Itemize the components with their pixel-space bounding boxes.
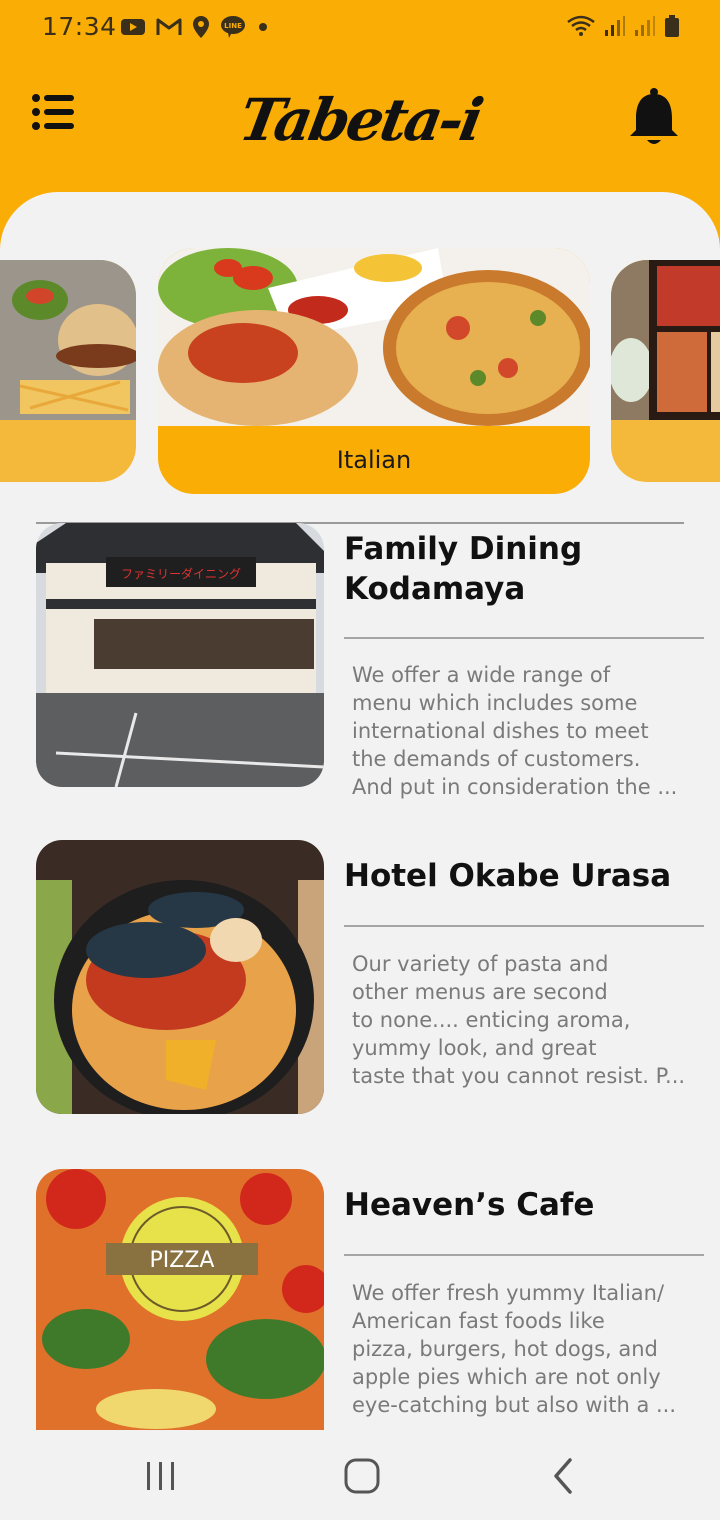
restaurant-description: Our variety of pasta and other menus are… xyxy=(352,952,686,1088)
system-nav-bar xyxy=(0,1430,720,1520)
signal-icon-2 xyxy=(635,16,655,36)
category-label: Italian xyxy=(336,446,412,474)
app-screen: 17:34 LINE Tabeta-i Italian ファミリーダイニング F… xyxy=(0,0,720,1520)
signal-icon xyxy=(605,16,625,36)
content-sheet: Italian ファミリーダイニング Family Dining Kodamay… xyxy=(0,192,720,1430)
burger-plate-image xyxy=(0,260,136,420)
back-icon[interactable] xyxy=(542,1454,586,1498)
seafood-pasta-image xyxy=(36,840,324,1114)
restaurant-exterior-image: ファミリーダイニング xyxy=(36,523,324,787)
bento-box-image xyxy=(611,260,720,420)
wifi-icon xyxy=(567,15,595,36)
app-logo-title: Tabeta-i xyxy=(234,86,486,154)
restaurant-title: Hotel Okabe Urasa xyxy=(344,858,672,894)
restaurant-description: We offer a wide range of menu which incl… xyxy=(352,663,678,799)
restaurant-title: Heaven’s Cafe xyxy=(344,1187,595,1223)
line-icon: LINE xyxy=(221,16,245,38)
restaurant-title: Family Dining Kodamaya xyxy=(344,531,583,607)
category-card[interactable] xyxy=(611,260,720,482)
svg-text:LINE: LINE xyxy=(224,22,242,30)
system-icons xyxy=(566,14,680,38)
notification-icons: LINE xyxy=(120,15,270,39)
gmail-icon xyxy=(156,18,182,35)
svg-text:ファミリーダイニング: ファミリーダイニング xyxy=(121,566,241,581)
pasta-and-pizza-image xyxy=(158,248,590,426)
youtube-icon xyxy=(121,19,145,35)
restaurant-item[interactable]: Hotel Okabe Urasa Our variety of pasta a… xyxy=(36,840,706,1114)
home-icon[interactable] xyxy=(340,1454,384,1498)
status-time: 17:34 xyxy=(42,12,117,41)
recent-apps-icon[interactable] xyxy=(139,1454,183,1498)
category-card-italian[interactable]: Italian xyxy=(158,248,590,494)
restaurant-item[interactable]: ファミリーダイニング Family Dining Kodamaya We off… xyxy=(36,523,706,799)
status-bar: 17:34 LINE xyxy=(0,0,720,56)
restaurant-description: We offer fresh yummy Italian/ American f… xyxy=(352,1281,677,1417)
pizza-logo-image: PIZZA xyxy=(36,1169,324,1430)
menu-icon[interactable] xyxy=(26,86,82,134)
svg-text:PIZZA: PIZZA xyxy=(150,1248,215,1273)
bell-icon[interactable] xyxy=(626,86,682,148)
category-carousel[interactable]: Italian xyxy=(0,192,720,502)
dot-icon xyxy=(259,23,267,31)
battery-icon xyxy=(665,15,679,37)
restaurant-divider xyxy=(344,637,704,639)
restaurant-divider xyxy=(344,1254,704,1256)
location-icon xyxy=(193,16,209,38)
category-card[interactable] xyxy=(0,260,136,482)
restaurant-divider xyxy=(344,925,704,927)
restaurant-item[interactable]: PIZZA Heaven’s Cafe We offer fresh yummy… xyxy=(36,1169,706,1430)
app-header: Tabeta-i xyxy=(0,56,720,186)
